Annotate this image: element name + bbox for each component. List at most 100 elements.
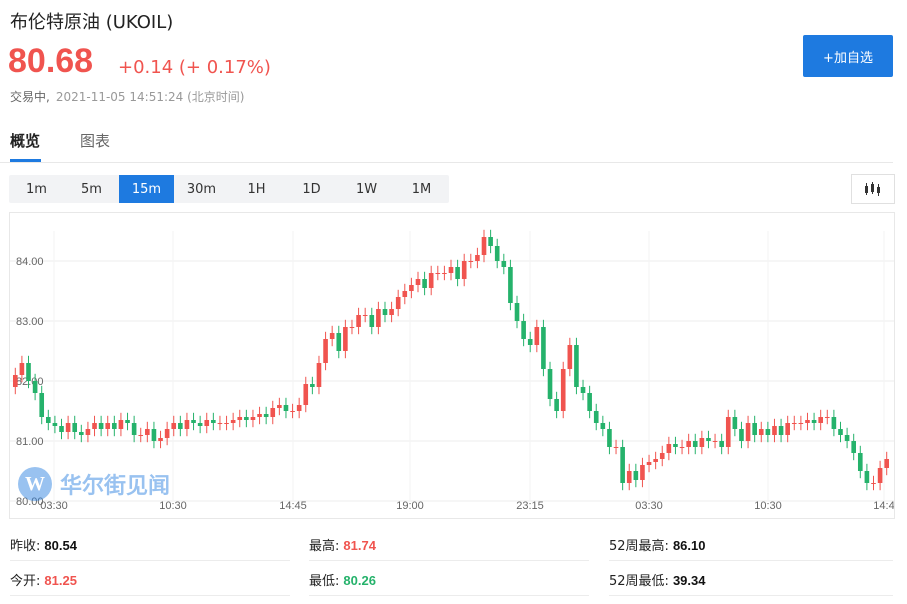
candle-body xyxy=(290,411,295,412)
candle-body xyxy=(719,441,724,447)
candle-body xyxy=(752,423,757,435)
candle-body xyxy=(237,417,243,420)
candle-body xyxy=(514,303,520,321)
candle-body xyxy=(230,420,236,423)
x-tick-label: 19:00 xyxy=(396,500,424,512)
tab-overview[interactable]: 概览 xyxy=(10,130,40,151)
divider xyxy=(609,595,893,596)
candle-body xyxy=(12,375,18,387)
candle-body xyxy=(725,417,731,447)
stat-value: 80.26 xyxy=(343,573,376,588)
candle-body xyxy=(468,261,474,262)
candle-body xyxy=(389,309,394,315)
candle-body xyxy=(871,483,876,484)
period-1d[interactable]: 1D xyxy=(284,175,339,203)
candle-body xyxy=(745,423,751,441)
stat-value: 81.74 xyxy=(343,538,376,553)
candle-body xyxy=(92,423,97,429)
stat-open: 今开: 81.25 xyxy=(10,570,77,590)
candle-body xyxy=(857,453,863,471)
candle-body xyxy=(283,405,289,411)
x-tick-label: 14:4 xyxy=(873,500,894,512)
watermark-logo: W xyxy=(18,467,52,501)
candle-body xyxy=(184,420,190,429)
candle-body xyxy=(131,423,137,435)
candle-body xyxy=(112,423,117,429)
chart-type-button[interactable] xyxy=(851,174,895,204)
stat-label: 52周最低: xyxy=(609,574,669,589)
candle-body xyxy=(52,423,58,426)
stat-label: 52周最高: xyxy=(609,539,669,554)
candle-body xyxy=(323,339,328,363)
y-tick-label: 81.00 xyxy=(16,436,44,448)
candle-body xyxy=(349,327,355,328)
candle-body xyxy=(791,423,797,424)
candle-body xyxy=(620,447,625,483)
period-30m[interactable]: 30m xyxy=(174,175,229,203)
tab-chart[interactable]: 图表 xyxy=(80,130,110,151)
candle-body xyxy=(26,363,31,381)
candle-body xyxy=(257,414,262,417)
candle-body xyxy=(448,267,454,273)
x-tick-label: 03:30 xyxy=(40,500,68,512)
stat-label: 最低: xyxy=(309,574,340,589)
x-tick-label: 03:30 xyxy=(635,500,663,512)
candle-body xyxy=(296,405,302,411)
candle-body xyxy=(19,363,25,375)
candle-body xyxy=(455,267,460,279)
candle-body xyxy=(818,417,823,423)
candle-body xyxy=(211,420,216,423)
candle-body xyxy=(409,285,414,291)
stat-value: 86.10 xyxy=(672,538,706,553)
candle-body xyxy=(145,429,150,435)
candle-body xyxy=(587,393,592,411)
candle-body xyxy=(356,315,361,327)
stat-prev-close: 昨收: 80.54 xyxy=(10,535,77,555)
candle-body xyxy=(838,429,843,435)
y-tick-label: 83.00 xyxy=(16,316,44,328)
period-1mo[interactable]: 1M xyxy=(394,175,449,203)
divider xyxy=(609,560,893,561)
candle-body xyxy=(659,453,665,459)
candle-body xyxy=(72,423,78,432)
candle-body xyxy=(244,417,249,420)
candle-body xyxy=(217,423,223,424)
candle-body xyxy=(494,246,500,261)
period-1w[interactable]: 1W xyxy=(339,175,394,203)
candle-body xyxy=(435,273,441,274)
candle-body xyxy=(640,465,645,480)
candle-body xyxy=(554,399,559,411)
stat-low: 最低: 80.26 xyxy=(309,570,376,590)
period-1h[interactable]: 1H xyxy=(229,175,284,203)
candle-body xyxy=(646,462,652,465)
candle-body xyxy=(706,438,711,441)
last-price: 80.68 xyxy=(8,42,94,80)
candle-body xyxy=(574,345,579,387)
timestamp: 2021-11-05 14:51:24 (北京时间) xyxy=(55,90,245,104)
watermark: W 华尔街见闻 xyxy=(18,467,170,501)
candle-body xyxy=(765,429,771,435)
candle-body xyxy=(402,291,408,297)
candle-body xyxy=(798,423,804,424)
candle-body xyxy=(679,447,685,448)
candle-body xyxy=(118,420,124,429)
y-tick-label: 84.00 xyxy=(16,256,44,268)
period-1m[interactable]: 1m xyxy=(9,175,64,203)
candle-body xyxy=(580,387,586,393)
candle-body xyxy=(534,327,540,345)
candle-body xyxy=(712,441,718,442)
period-15m[interactable]: 15m xyxy=(119,175,174,203)
watermark-text: 华尔街见闻 xyxy=(60,473,171,499)
candle-body xyxy=(732,417,738,429)
candle-body xyxy=(277,405,282,408)
candle-body xyxy=(884,459,890,468)
candle-body xyxy=(395,297,401,309)
candle-body xyxy=(481,237,487,255)
candle-body xyxy=(521,321,526,339)
period-5m[interactable]: 5m xyxy=(64,175,119,203)
stat-52w-low: 52周最低: 39.34 xyxy=(609,570,705,590)
candle-body xyxy=(666,444,672,453)
add-watchlist-button[interactable]: +加自选 xyxy=(803,35,893,77)
stat-label: 今开: xyxy=(10,574,41,589)
candle-body xyxy=(442,273,447,274)
